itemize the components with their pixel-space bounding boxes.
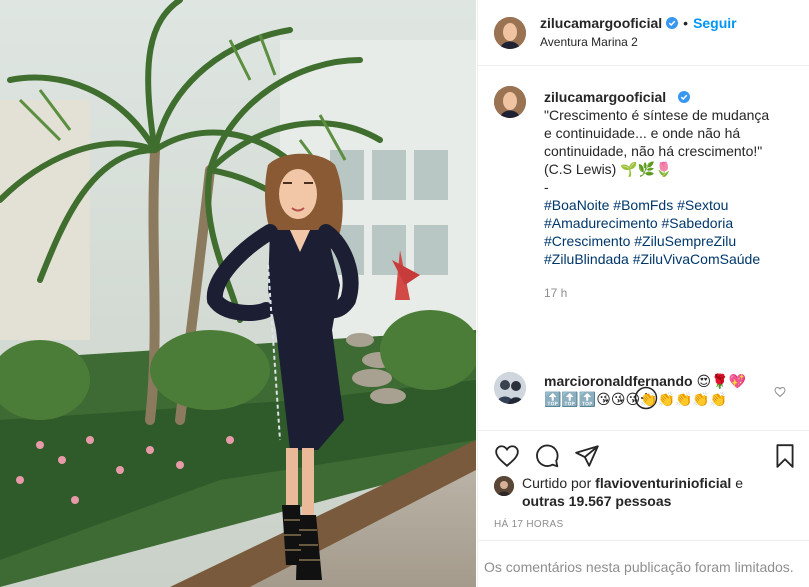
avatar-image — [494, 86, 526, 118]
post-header: zilucamargooficial • Seguir Aventura Mar… — [478, 0, 809, 66]
location-link[interactable]: Aventura Marina 2 — [540, 33, 737, 51]
caption-time[interactable]: 17 h — [544, 284, 774, 302]
hashtag[interactable]: #Crescimento — [544, 233, 630, 249]
avatar-image — [494, 372, 526, 404]
verified-badge-icon — [678, 91, 691, 103]
hashtag[interactable]: #Sextou — [677, 197, 728, 213]
comment-text: marcioronaldfernando 😍🌹💖 🔝🔝🔝😘😘😘👏👏👏👏👏 — [544, 372, 764, 408]
caption-text: zilucamargooficial "Crescimento é síntes… — [544, 88, 774, 302]
hashtag[interactable]: #BoaNoite — [544, 197, 609, 213]
action-bar — [478, 430, 809, 478]
avatar-image — [494, 476, 514, 496]
header-text: zilucamargooficial • Seguir Aventura Mar… — [540, 14, 737, 51]
comments-limited-notice: Os comentários nesta publicação foram li… — [478, 540, 809, 587]
hashtag-list: #BoaNoite #BomFds #Sextou #Amadureciment… — [544, 196, 774, 268]
hashtag[interactable]: #ZiluVivaComSaúde — [633, 251, 760, 267]
caption-quote: "Crescimento é síntese de mudança e cont… — [544, 107, 770, 177]
post-photo[interactable] — [0, 0, 476, 587]
caption-area: zilucamargooficial "Crescimento é síntes… — [478, 66, 809, 410]
send-icon[interactable] — [574, 443, 600, 469]
follow-button[interactable]: Seguir — [693, 14, 737, 32]
likes-summary: Curtido por flavioventurinioficial e out… — [494, 474, 794, 510]
heart-icon[interactable] — [494, 443, 520, 469]
avatar-image — [494, 16, 526, 49]
likes-and: e — [735, 475, 743, 491]
commenter-avatar[interactable] — [494, 372, 526, 404]
caption-dash: - — [544, 179, 549, 195]
caption-row: zilucamargooficial "Crescimento é síntes… — [494, 86, 793, 302]
post-timestamp[interactable]: HÁ 17 HORAS — [494, 519, 563, 530]
comment-icon[interactable] — [534, 443, 560, 469]
post-photo-illustration — [0, 0, 476, 587]
caption-author-avatar[interactable] — [494, 86, 526, 118]
dot-separator: • — [683, 15, 689, 31]
heart-icon[interactable] — [774, 386, 786, 398]
commenter-username[interactable]: marcioronaldfernando — [544, 373, 693, 389]
hashtag[interactable]: #Sabedoria — [662, 215, 734, 231]
liker-username[interactable]: flavioventurinioficial — [595, 475, 731, 491]
likes-count-link[interactable]: outras 19.567 pessoas — [522, 493, 671, 509]
caption-username[interactable]: zilucamargooficial — [544, 89, 666, 105]
likes-text: Curtido por flavioventurinioficial e out… — [522, 474, 743, 510]
hashtag[interactable]: #ZiluSempreZilu — [634, 233, 736, 249]
hashtag[interactable]: #BomFds — [613, 197, 673, 213]
hashtag[interactable]: #ZiluBlindada — [544, 251, 629, 267]
bookmark-icon[interactable] — [772, 443, 798, 469]
author-avatar[interactable] — [494, 16, 526, 49]
post-side-panel: zilucamargooficial • Seguir Aventura Mar… — [477, 0, 809, 587]
liker-avatar[interactable] — [494, 476, 514, 496]
verified-badge-icon — [666, 17, 679, 29]
author-username[interactable]: zilucamargooficial — [540, 14, 662, 32]
hashtag[interactable]: #Amadurecimento — [544, 215, 658, 231]
comment-item: marcioronaldfernando 😍🌹💖 🔝🔝🔝😘😘😘👏👏👏👏👏 — [494, 372, 794, 408]
liked-by-prefix: Curtido por — [522, 475, 592, 491]
